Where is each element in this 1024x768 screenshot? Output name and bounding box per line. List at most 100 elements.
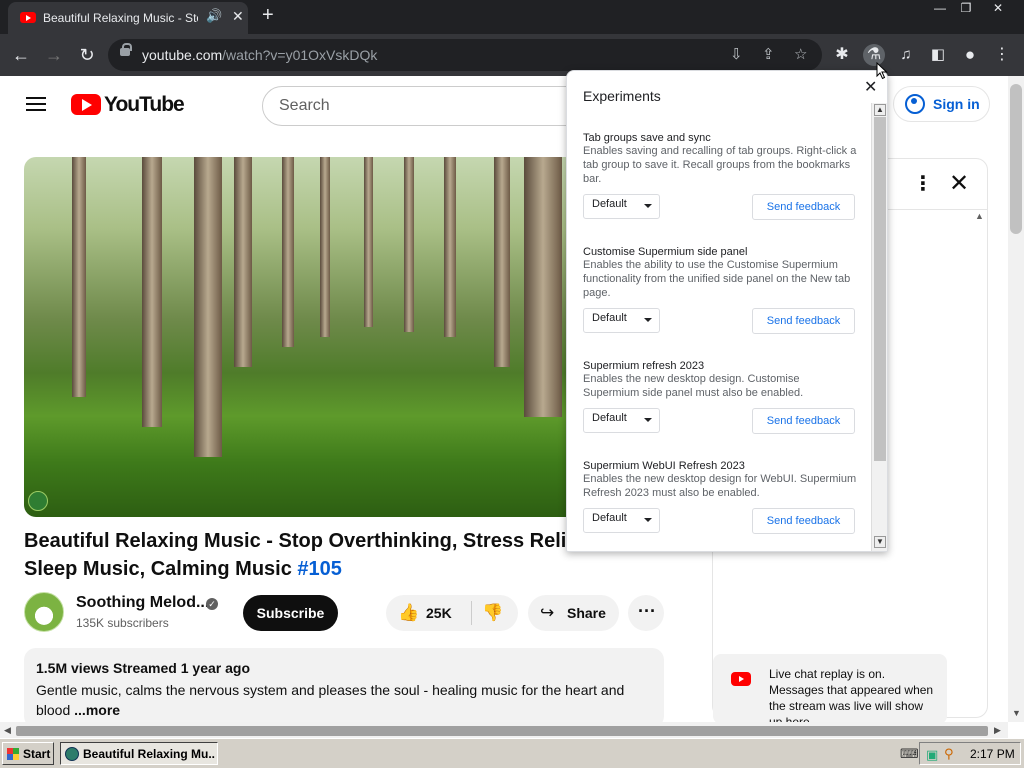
- taskbar-task-title: Beautiful Relaxing Mu...: [83, 747, 215, 761]
- experiment-state-select[interactable]: Default: [583, 194, 660, 219]
- sign-in-button[interactable]: Sign in: [893, 86, 990, 122]
- subscribe-button[interactable]: Subscribe: [243, 595, 338, 631]
- tray-clock[interactable]: 2:17 PM: [970, 747, 1015, 761]
- mouse-cursor-icon: [876, 62, 888, 80]
- search-input[interactable]: Search: [262, 86, 582, 126]
- profile-avatar-icon[interactable]: ●: [959, 44, 981, 66]
- youtube-small-icon: [731, 672, 751, 686]
- experiment-state-select[interactable]: Default: [583, 408, 660, 433]
- chevron-down-icon: [644, 204, 652, 208]
- youtube-favicon-icon: [20, 12, 36, 23]
- supermium-app-icon: [65, 747, 79, 761]
- guide-menu-icon[interactable]: [26, 97, 46, 111]
- browser-tab-active[interactable]: Beautiful Relaxing Music - Stop 🔊 ✕: [8, 2, 248, 34]
- experiments-close-icon[interactable]: ✕: [864, 77, 877, 97]
- page-scroll-thumb[interactable]: [1010, 84, 1022, 234]
- extensions-puzzle-icon[interactable]: ✱: [831, 44, 853, 66]
- account-circle-icon: [905, 94, 925, 114]
- window-close-button[interactable]: ✕: [984, 0, 1012, 18]
- experiment-state-select[interactable]: Default: [583, 308, 660, 333]
- description-more-link[interactable]: ...more: [74, 702, 120, 718]
- channel-watermark-icon[interactable]: [28, 491, 48, 511]
- experiment-state-select[interactable]: Default: [583, 508, 660, 533]
- send-feedback-button[interactable]: Send feedback: [752, 508, 855, 534]
- experiment-item: Customise Supermium side panel Enables t…: [583, 246, 858, 334]
- description-box[interactable]: 1.5M views Streamed 1 year ago Gentle mu…: [24, 648, 664, 722]
- sign-in-label: Sign in: [933, 96, 980, 112]
- chrome-menu-kebab-icon[interactable]: ⋮: [991, 44, 1013, 66]
- experiment-description: Enables the new desktop design. Customis…: [583, 373, 804, 399]
- scroll-right-icon[interactable]: ▶: [994, 725, 1001, 736]
- live-chat-replay-notice: Live chat replay is on. Messages that ap…: [713, 654, 947, 722]
- reload-icon[interactable]: ↻: [76, 44, 98, 66]
- search-tray-icon[interactable]: ⚲: [944, 746, 954, 762]
- experiment-item: Tab groups save and sync Enables saving …: [583, 132, 858, 220]
- address-bar[interactable]: youtube.com/watch?v=y01OxVskDQk ⇩ ⇪ ☆: [108, 39, 822, 71]
- experiments-list: Tab groups save and sync Enables saving …: [567, 127, 870, 551]
- horizontal-scroll-thumb[interactable]: [16, 726, 988, 736]
- media-controls-icon[interactable]: ♫: [895, 44, 917, 66]
- chat-close-icon[interactable]: ✕: [949, 169, 969, 198]
- chat-options-kebab-icon[interactable]: ⋮: [913, 171, 933, 196]
- side-panel-icon[interactable]: ◧: [927, 44, 949, 66]
- experiment-description: Enables saving and recalling of tab grou…: [583, 145, 857, 185]
- taskbar-browser-button[interactable]: Beautiful Relaxing Mu...: [60, 742, 218, 765]
- window-restore-button[interactable]: ❐: [952, 0, 980, 18]
- more-actions-button[interactable]: ···: [628, 595, 664, 631]
- scroll-up-icon[interactable]: ▲: [874, 104, 886, 116]
- youtube-logo-text[interactable]: YouTube: [104, 93, 185, 117]
- start-label: Start: [23, 747, 51, 761]
- share-arrow-icon: ↪: [540, 603, 555, 622]
- tab-close-icon[interactable]: ✕: [232, 8, 244, 25]
- send-feedback-button[interactable]: Send feedback: [752, 408, 855, 434]
- chevron-down-icon: [644, 518, 652, 522]
- like-count[interactable]: 25K: [426, 605, 452, 621]
- dislike-thumb-icon[interactable]: 👎: [482, 603, 503, 623]
- browser-title-bar: Beautiful Relaxing Music - Stop 🔊 ✕ + — …: [0, 0, 1024, 34]
- lock-icon: [120, 43, 132, 56]
- send-feedback-button[interactable]: Send feedback: [752, 194, 855, 220]
- experiment-name: Supermium WebUI Refresh 2023: [583, 460, 745, 472]
- experiment-name: Tab groups save and sync: [583, 132, 711, 144]
- share-button[interactable]: ↪ Share: [528, 595, 619, 631]
- speaker-icon[interactable]: 🔊: [206, 8, 222, 24]
- channel-name[interactable]: Soothing Melod...: [76, 594, 209, 612]
- back-icon[interactable]: ←: [10, 44, 32, 66]
- url-text[interactable]: youtube.com/watch?v=y01OxVskDQk: [142, 47, 377, 63]
- tab-title: Beautiful Relaxing Music - Stop: [43, 11, 198, 25]
- video-hashtag-link[interactable]: #105: [297, 558, 342, 580]
- scroll-left-icon[interactable]: ◀: [4, 725, 11, 736]
- share-page-icon[interactable]: ⇪: [762, 45, 775, 63]
- scroll-down-icon[interactable]: ▼: [874, 536, 886, 548]
- window-minimize-button[interactable]: —: [926, 0, 954, 18]
- search-placeholder: Search: [279, 97, 330, 114]
- like-thumb-icon[interactable]: 👍: [398, 603, 419, 623]
- experiments-popup: Experiments ✕ Tab groups save and sync E…: [566, 70, 888, 552]
- description-text: Gentle music, calms the nervous system a…: [36, 682, 625, 718]
- experiments-scroll-thumb[interactable]: [874, 117, 886, 461]
- new-tab-button[interactable]: +: [262, 4, 274, 27]
- page-vertical-scrollbar[interactable]: ▼: [1008, 76, 1024, 722]
- share-label: Share: [567, 605, 606, 621]
- youtube-logo-icon[interactable]: [71, 94, 101, 115]
- scroll-down-icon[interactable]: ▼: [1012, 708, 1021, 718]
- experiment-name: Supermium refresh 2023: [583, 360, 705, 372]
- windows-flag-icon: [7, 748, 19, 760]
- send-feedback-button[interactable]: Send feedback: [752, 308, 855, 334]
- forward-icon[interactable]: →: [43, 44, 65, 66]
- network-tray-icon[interactable]: ▣: [926, 747, 938, 763]
- keyboard-layout-icon[interactable]: ⌨: [900, 746, 919, 762]
- install-app-icon[interactable]: ⇩: [730, 45, 743, 63]
- experiments-title: Experiments: [583, 88, 661, 104]
- like-divider: [471, 601, 472, 625]
- experiments-scrollbar[interactable]: ▲ ▼: [871, 103, 887, 551]
- live-chat-replay-text: Live chat replay is on. Messages that ap…: [769, 667, 934, 722]
- bookmark-star-icon[interactable]: ☆: [794, 45, 807, 63]
- experiment-item: Supermium WebUI Refresh 2023 Enables the…: [583, 460, 858, 534]
- chevron-down-icon: [644, 418, 652, 422]
- channel-avatar[interactable]: [24, 592, 64, 632]
- chat-scroll-up-icon[interactable]: ▲: [975, 211, 984, 221]
- page-horizontal-scrollbar[interactable]: ◀ ▶: [0, 722, 1008, 738]
- experiment-item: Supermium refresh 2023 Enables the new d…: [583, 360, 858, 434]
- start-button[interactable]: Start: [2, 742, 54, 765]
